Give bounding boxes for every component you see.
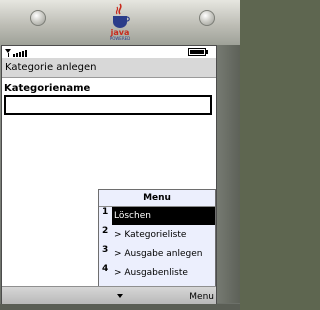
down-arrow-icon[interactable] (117, 293, 123, 299)
menu-item-label: > Kategorieliste (114, 230, 187, 240)
options-menu: Menu 1 Löschen 2 > Kategorieliste 3 > Au… (98, 189, 216, 287)
device-left-button-icon[interactable] (30, 10, 46, 26)
menu-item-label: > Ausgabenliste (114, 268, 188, 278)
softkey-bar: Menu (2, 286, 216, 304)
menu-item-label: Löschen (112, 207, 215, 225)
battery-icon (188, 48, 208, 56)
status-bar (2, 46, 216, 58)
menu-softkey[interactable]: Menu (189, 292, 214, 302)
signal-strength-icon (5, 49, 27, 57)
menu-item-delete[interactable]: 1 Löschen (99, 207, 215, 225)
menu-item-category-list[interactable]: 2 > Kategorieliste (99, 226, 215, 244)
field-label: Kategoriename (4, 83, 91, 94)
menu-item-expense-list[interactable]: 4 > Ausgabenliste (99, 264, 215, 282)
phone-device: java POWERED Kategorie anlegen Kategorie… (0, 0, 240, 310)
device-bottom-bezel (0, 304, 240, 310)
menu-item-number: 3 (102, 245, 109, 255)
menu-item-number: 2 (102, 226, 109, 236)
menu-item-label: > Ausgabe anlegen (114, 249, 203, 259)
java-logo-subtext: POWERED (109, 36, 131, 41)
menu-item-number: 1 (102, 207, 109, 217)
screen-title: Kategorie anlegen (5, 62, 97, 73)
menu-title: Menu (99, 190, 215, 207)
menu-item-create-expense[interactable]: 3 > Ausgabe anlegen (99, 245, 215, 263)
device-top-bezel: java POWERED (0, 0, 240, 46)
phone-screen: Kategorie anlegen Kategoriename Menu 1 L… (1, 45, 217, 305)
screen-title-bar: Kategorie anlegen (2, 58, 216, 78)
device-right-bezel (217, 45, 240, 303)
device-right-button-icon[interactable] (199, 10, 215, 26)
menu-item-number: 4 (102, 264, 109, 274)
category-name-input[interactable] (4, 95, 212, 115)
